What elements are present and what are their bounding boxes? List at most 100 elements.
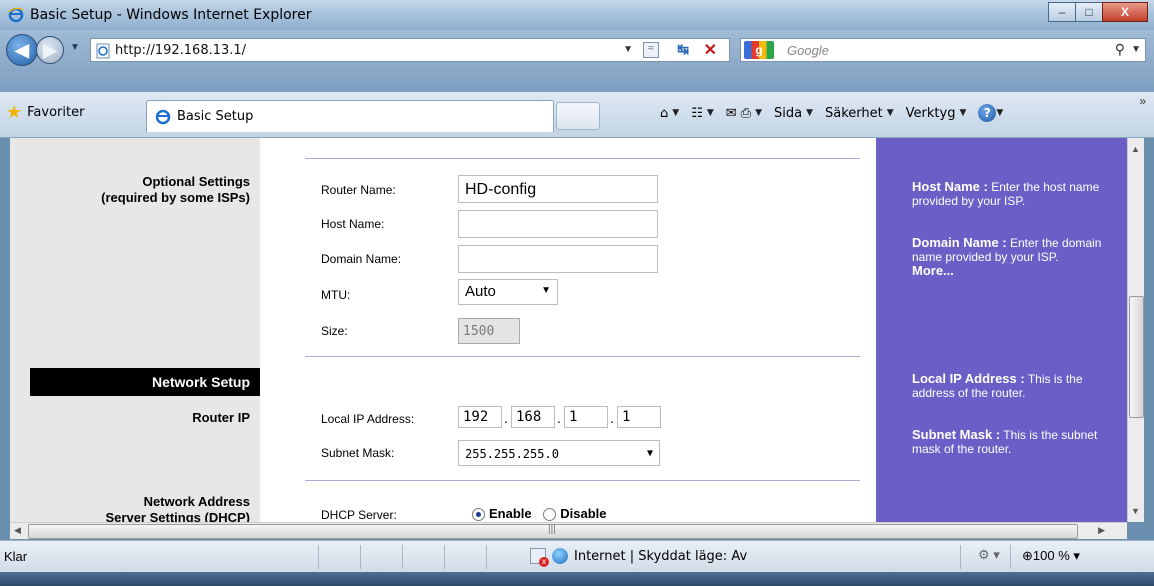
- local-ip-octet-2[interactable]: 168: [511, 406, 555, 428]
- dhcp-disable-radio[interactable]: [543, 508, 557, 522]
- local-ip-octet-1[interactable]: 192: [458, 406, 502, 428]
- page-icon: [96, 43, 110, 59]
- size-input: 1500: [458, 318, 520, 344]
- size-label: Size:: [321, 324, 348, 338]
- back-button[interactable]: ◀: [6, 34, 38, 66]
- status-separator: [444, 545, 445, 569]
- close-button[interactable]: X: [1102, 2, 1148, 22]
- tab-label: Basic Setup: [177, 109, 254, 124]
- chevron-down-icon: ▼: [541, 285, 551, 296]
- scroll-left-icon[interactable]: ◀: [14, 525, 21, 536]
- page-content: Optional Settings (required by some ISPs…: [10, 138, 1127, 522]
- router-name-input[interactable]: HD-config: [458, 175, 658, 203]
- left-panel: Optional Settings (required by some ISPs…: [10, 138, 260, 522]
- help-local-ip: Local IP Address : This is the address o…: [912, 372, 1122, 401]
- protected-mode-icon[interactable]: ⚙ ▾: [978, 547, 1000, 563]
- optional-settings-title: Optional Settings: [142, 174, 250, 189]
- subnet-mask-select[interactable]: 255.255.255.0 ▼: [458, 440, 660, 466]
- stop-icon[interactable]: ✕: [704, 40, 717, 60]
- vertical-scroll-thumb[interactable]: [1129, 296, 1144, 418]
- refresh-icon[interactable]: ↹: [677, 41, 689, 58]
- page-dropdown-icon[interactable]: ▼: [806, 108, 813, 118]
- minimize-button[interactable]: –: [1048, 2, 1076, 22]
- zone-text: Internet | Skyddat läge: Av: [574, 548, 748, 564]
- star-icon: ★: [6, 102, 23, 123]
- favorites-button[interactable]: ★ Favoriter: [6, 102, 84, 123]
- scroll-down-icon[interactable]: ▼: [1131, 506, 1140, 516]
- compatibility-icon[interactable]: ≈: [643, 42, 659, 58]
- menu-tools[interactable]: Verktyg: [906, 106, 956, 121]
- history-dropdown-icon[interactable]: ▼: [70, 42, 80, 53]
- status-separator: [402, 545, 403, 569]
- menu-page[interactable]: Sida: [774, 106, 802, 121]
- settings-form: Router Name: HD-config Host Name: Domain…: [260, 138, 876, 522]
- server-settings-subtitle: Server Settings (DHCP): [105, 510, 250, 522]
- dhcp-radio-group: Enable Disable: [472, 506, 607, 522]
- forward-button[interactable]: ▶: [36, 36, 64, 64]
- print-dropdown-icon[interactable]: ▼: [755, 108, 762, 118]
- browser-window: Basic Setup - Windows Internet Explorer …: [0, 0, 1154, 586]
- dhcp-enable-label[interactable]: Enable: [489, 506, 532, 521]
- home-icon[interactable]: ⌂: [660, 106, 668, 121]
- more-link[interactable]: More...: [912, 263, 954, 278]
- host-name-label: Host Name:: [321, 217, 385, 231]
- scroll-right-icon[interactable]: ▶: [1098, 525, 1105, 536]
- tab-basic-setup[interactable]: Basic Setup: [146, 100, 554, 132]
- url-text[interactable]: http://192.168.13.1/: [115, 43, 246, 58]
- ip-dot: .: [504, 410, 508, 426]
- google-logo-icon: g: [744, 41, 774, 59]
- home-dropdown-icon[interactable]: ▼: [672, 108, 679, 118]
- new-tab-button[interactable]: [556, 102, 600, 130]
- local-ip-octet-4[interactable]: 1: [617, 406, 661, 428]
- safety-dropdown-icon[interactable]: ▼: [887, 108, 894, 118]
- feeds-dropdown-icon[interactable]: ▼: [707, 108, 714, 118]
- network-address-title: Network Address: [143, 494, 250, 509]
- address-bar[interactable]: http://192.168.13.1/ ▼ ≈ ↹ ✕: [90, 38, 730, 62]
- domain-name-input[interactable]: [458, 245, 658, 273]
- search-dropdown-icon[interactable]: ▼: [1131, 44, 1141, 55]
- window-title: Basic Setup - Windows Internet Explorer: [30, 7, 312, 23]
- horizontal-scrollbar[interactable]: ◀ ||| ▶: [10, 522, 1127, 539]
- address-row: ◀ ▶ ▼ http://192.168.13.1/ ▼ ≈ ↹ ✕ g Goo…: [0, 30, 1154, 92]
- maximize-button[interactable]: □: [1075, 2, 1103, 22]
- dhcp-disable-label[interactable]: Disable: [560, 506, 606, 521]
- favorites-label: Favoriter: [27, 105, 85, 120]
- host-name-input[interactable]: [458, 210, 658, 238]
- help-subnet-mask: Subnet Mask : This is the subnet mask of…: [912, 427, 1122, 457]
- status-separator: [360, 545, 361, 569]
- domain-name-label: Domain Name:: [321, 252, 402, 266]
- mtu-select[interactable]: Auto ▼: [458, 279, 558, 305]
- status-separator: [486, 545, 487, 569]
- search-icon[interactable]: ⚲: [1115, 41, 1125, 58]
- dhcp-enable-radio[interactable]: [472, 508, 485, 522]
- print-icon[interactable]: ⎙: [741, 106, 751, 121]
- address-dropdown-icon[interactable]: ▼: [623, 44, 633, 55]
- help-subnet-title: Subnet Mask :: [912, 427, 1001, 442]
- vertical-scrollbar[interactable]: ▲ ▼: [1127, 138, 1144, 522]
- menu-safety[interactable]: Säkerhet: [825, 106, 883, 121]
- ie-tab-icon: [155, 109, 171, 125]
- divider: [305, 480, 860, 481]
- more-chevron-icon[interactable]: »: [1139, 94, 1146, 108]
- help-panel: Host Name : Enter the host name provided…: [876, 138, 1127, 522]
- popup-blocked-icon[interactable]: [530, 548, 549, 567]
- help-host-name-title: Host Name :: [912, 179, 988, 194]
- mtu-value: Auto: [465, 283, 496, 300]
- network-setup-bar: Network Setup: [30, 368, 260, 396]
- zoom-level[interactable]: ⊕100 % ▾: [1022, 548, 1080, 564]
- search-placeholder[interactable]: Google: [787, 43, 829, 58]
- dhcp-server-label: DHCP Server:: [321, 508, 397, 522]
- mail-icon[interactable]: ✉: [726, 106, 737, 121]
- tools-dropdown-icon[interactable]: ▼: [959, 108, 966, 118]
- mtu-label: MTU:: [321, 288, 351, 302]
- feeds-icon[interactable]: ☷: [691, 106, 703, 121]
- security-zone[interactable]: Internet | Skyddat läge: Av: [530, 548, 748, 567]
- help-dropdown-icon[interactable]: ▼: [996, 108, 1003, 118]
- scroll-up-icon[interactable]: ▲: [1131, 144, 1140, 154]
- help-domain-name: Domain Name : Enter the domain name prov…: [912, 236, 1122, 278]
- router-ip-heading: Router IP: [192, 410, 250, 425]
- scroll-grip-icon: |||: [548, 524, 556, 535]
- help-icon[interactable]: ?: [978, 104, 997, 122]
- search-box[interactable]: g Google ⚲ ▼: [740, 38, 1146, 62]
- divider: [305, 356, 860, 357]
